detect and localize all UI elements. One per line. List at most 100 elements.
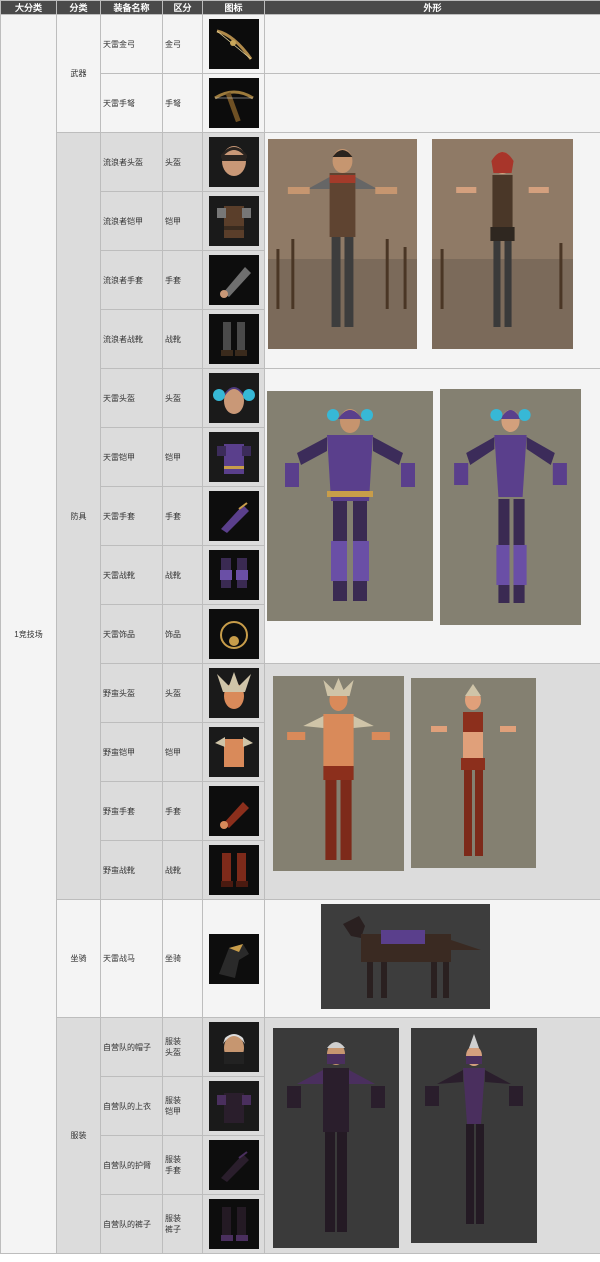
item-slot: 服装 手套 [162, 1135, 203, 1195]
boots-icon[interactable] [208, 845, 259, 895]
shadow-female-preview [411, 1028, 537, 1243]
glove-icon[interactable] [208, 255, 259, 305]
table-row: 防具 流浪者头盔 头盔 [1, 132, 600, 900]
item-slot: 手套 [162, 486, 203, 546]
subcategory-outfit: 服装 [56, 1017, 101, 1254]
subcategory-armor: 防具 [56, 132, 101, 900]
item-name: 天雷战靴 [100, 545, 163, 605]
bow-icon[interactable] [208, 19, 259, 69]
look-shadow [264, 1017, 600, 1254]
item-slot: 铠甲 [162, 427, 203, 487]
item-name: 流浪者战靴 [100, 309, 163, 369]
chest-armor-icon[interactable] [208, 727, 259, 777]
savage-female-preview [411, 678, 536, 868]
look-thunder [264, 368, 600, 664]
header-category: 大分类 [0, 0, 57, 15]
item-slot: 手弩 [162, 73, 203, 133]
item-slot: 服装 铠甲 [162, 1076, 203, 1136]
header-name: 装备名称 [100, 0, 163, 15]
slot-line: 铠甲 [165, 1107, 181, 1116]
crossbow-icon[interactable] [208, 78, 259, 128]
glove-icon[interactable] [208, 1140, 259, 1190]
item-slot: 金弓 [162, 14, 203, 74]
shadow-male-preview [273, 1028, 399, 1248]
item-name: 野蛮铠甲 [100, 722, 163, 782]
item-slot: 头盔 [162, 663, 203, 723]
warhorse-icon[interactable] [208, 933, 259, 984]
boots-icon[interactable] [208, 1199, 259, 1249]
item-slot: 服装 裤子 [162, 1194, 203, 1254]
thunder-female-preview [440, 389, 581, 625]
item-name: 自营队的裤子 [100, 1194, 163, 1254]
look-empty [264, 73, 600, 133]
equipment-table: 大分类 分类 装备名称 区分 图标 外形 1竞技场 武器 天雷金弓 金弓 天雷手… [0, 0, 600, 1254]
item-slot: 手套 [162, 250, 203, 310]
item-slot: 战靴 [162, 309, 203, 369]
item-name: 天雷手弩 [100, 73, 163, 133]
item-slot: 战靴 [162, 840, 203, 900]
helmet-icon[interactable] [208, 668, 259, 718]
item-name: 天雷战马 [100, 899, 163, 1018]
item-slot: 战靴 [162, 545, 203, 605]
header-subcategory: 分类 [56, 0, 101, 15]
hood-icon[interactable] [208, 1022, 259, 1072]
header-slot: 区分 [162, 0, 203, 15]
subcategory-weapon: 武器 [56, 14, 101, 133]
look-horse [264, 899, 600, 1018]
header-icon: 图标 [202, 0, 265, 15]
accessory-icon[interactable] [208, 609, 259, 659]
slot-line: 服装 [165, 1155, 181, 1164]
header-look: 外形 [264, 0, 600, 15]
warhorse-preview [321, 904, 490, 1009]
glove-icon[interactable] [208, 786, 259, 836]
boots-icon[interactable] [208, 314, 259, 364]
item-name: 天雷头盔 [100, 368, 163, 428]
look-savage [264, 663, 600, 900]
item-slot: 坐骑 [162, 899, 203, 1018]
item-name: 自营队的上衣 [100, 1076, 163, 1136]
item-name: 流浪者手套 [100, 250, 163, 310]
slot-line: 服装 [165, 1096, 181, 1105]
look-wanderer [264, 132, 600, 369]
item-slot: 头盔 [162, 132, 203, 192]
item-name: 天雷饰品 [100, 604, 163, 664]
item-name: 天雷手套 [100, 486, 163, 546]
item-name: 野蛮头盔 [100, 663, 163, 723]
item-name: 流浪者铠甲 [100, 191, 163, 251]
item-slot: 手套 [162, 781, 203, 841]
slot-line: 裤子 [165, 1225, 181, 1234]
slot-line: 手套 [165, 1166, 181, 1175]
slot-line: 服装 [165, 1037, 181, 1046]
helmet-icon[interactable] [208, 137, 259, 187]
glove-icon[interactable] [208, 491, 259, 541]
subcategory-mount: 坐骑 [56, 899, 101, 1018]
item-name: 天雷铠甲 [100, 427, 163, 487]
slot-line: 服装 [165, 1214, 181, 1223]
chest-armor-icon[interactable] [208, 432, 259, 482]
chest-armor-icon[interactable] [208, 196, 259, 246]
item-slot: 服装 头盔 [162, 1017, 203, 1077]
thunder-male-preview [267, 391, 433, 621]
item-name: 自营队的护臂 [100, 1135, 163, 1195]
item-name: 流浪者头盔 [100, 132, 163, 192]
boots-icon[interactable] [208, 550, 259, 600]
look-empty [264, 14, 600, 74]
item-slot: 饰品 [162, 604, 203, 664]
chest-armor-icon[interactable] [208, 1081, 259, 1131]
header-row: 大分类 分类 装备名称 区分 图标 外形 [0, 0, 600, 15]
item-slot: 铠甲 [162, 722, 203, 782]
wanderer-female-preview [432, 139, 573, 349]
table-row: 服装 自营队的帽子 服装 头盔 [1, 1017, 600, 1254]
slot-line: 头盔 [165, 1048, 181, 1057]
main-category-cell: 1竞技场 [0, 14, 57, 1254]
table-row: 1竞技场 武器 天雷金弓 金弓 [0, 14, 600, 1254]
helmet-icon[interactable] [208, 373, 259, 423]
savage-male-preview [273, 676, 404, 871]
item-name: 野蛮手套 [100, 781, 163, 841]
item-name: 野蛮战靴 [100, 840, 163, 900]
item-slot: 头盔 [162, 368, 203, 428]
item-name: 天雷金弓 [100, 14, 163, 74]
item-name: 自营队的帽子 [100, 1017, 163, 1077]
table-row: 坐骑 天雷战马 坐骑 [1, 899, 600, 1018]
item-slot: 铠甲 [162, 191, 203, 251]
